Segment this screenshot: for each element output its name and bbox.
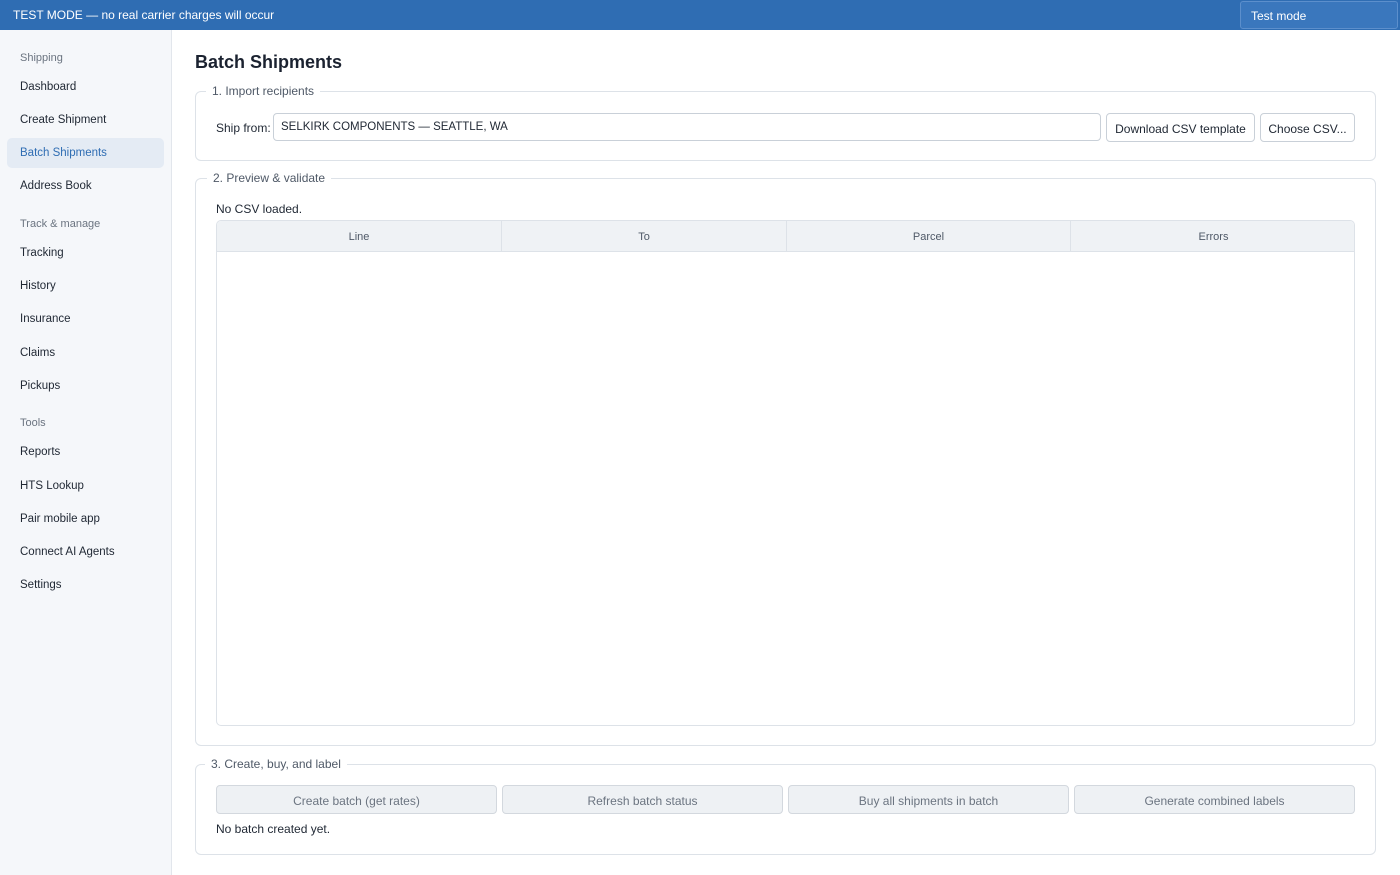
sidebar-section-tools: Tools [20, 417, 46, 429]
sidebar-item-connect-ai-agents[interactable]: Connect AI Agents [7, 537, 164, 567]
sidebar-item-settings[interactable]: Settings [7, 570, 164, 600]
sidebar-section-shipping: Shipping [20, 52, 63, 64]
sidebar-item-create-shipment[interactable]: Create Shipment [7, 105, 164, 135]
generate-combined-labels-button[interactable]: Generate combined labels [1074, 785, 1355, 814]
sidebar-item-insurance[interactable]: Insurance [7, 304, 164, 334]
sidebar-item-address-book[interactable]: Address Book [7, 171, 164, 201]
main-content: Batch Shipments 1. Import recipients Shi… [172, 30, 1400, 875]
column-header-line[interactable]: Line [217, 221, 502, 251]
sidebar-item-history[interactable]: History [7, 271, 164, 301]
preview-table: Line To Parcel Errors [216, 220, 1355, 726]
choose-csv-button[interactable]: Choose CSV... [1260, 113, 1355, 142]
page-title: Batch Shipments [195, 52, 343, 72]
csv-status-text: No CSV loaded. [216, 202, 303, 216]
sidebar: Shipping Dashboard Create Shipment Batch… [0, 30, 172, 875]
sidebar-item-reports[interactable]: Reports [7, 437, 164, 467]
sidebar-item-claims[interactable]: Claims [7, 338, 164, 368]
preview-validate-legend: 2. Preview & validate [207, 171, 332, 185]
ship-from-input[interactable]: SELKIRK COMPONENTS — SEATTLE, WA [273, 113, 1101, 141]
create-buy-label-section: 3. Create, buy, and label Create batch (… [195, 757, 1376, 855]
preview-table-header: Line To Parcel Errors [217, 221, 1354, 252]
download-csv-template-button[interactable]: Download CSV template [1106, 113, 1255, 142]
sidebar-item-dashboard[interactable]: Dashboard [7, 72, 164, 102]
test-mode-banner: TEST MODE — no real carrier charges will… [0, 0, 1400, 30]
sidebar-item-hts-lookup[interactable]: HTS Lookup [7, 471, 164, 501]
column-header-to[interactable]: To [502, 221, 787, 251]
sidebar-item-pair-mobile-app[interactable]: Pair mobile app [7, 504, 164, 534]
import-recipients-section: 1. Import recipients Ship from: SELKIRK … [195, 84, 1376, 161]
sidebar-item-batch-shipments[interactable]: Batch Shipments [7, 138, 164, 168]
mode-select[interactable]: Test mode [1240, 1, 1398, 29]
ship-from-label: Ship from: [216, 121, 271, 135]
column-header-errors[interactable]: Errors [1071, 221, 1354, 251]
refresh-batch-status-button[interactable]: Refresh batch status [502, 785, 783, 814]
import-recipients-legend: 1. Import recipients [206, 84, 321, 98]
sidebar-item-tracking[interactable]: Tracking [7, 238, 164, 268]
buy-all-shipments-button[interactable]: Buy all shipments in batch [788, 785, 1069, 814]
column-header-parcel[interactable]: Parcel [787, 221, 1071, 251]
create-batch-button[interactable]: Create batch (get rates) [216, 785, 497, 814]
create-buy-label-legend: 3. Create, buy, and label [205, 757, 347, 771]
test-mode-banner-text: TEST MODE — no real carrier charges will… [13, 8, 275, 22]
sidebar-item-pickups[interactable]: Pickups [7, 371, 164, 401]
preview-validate-section: 2. Preview & validate No CSV loaded. Lin… [195, 171, 1376, 746]
sidebar-section-track-manage: Track & manage [20, 218, 101, 230]
batch-status-text: No batch created yet. [216, 822, 331, 836]
